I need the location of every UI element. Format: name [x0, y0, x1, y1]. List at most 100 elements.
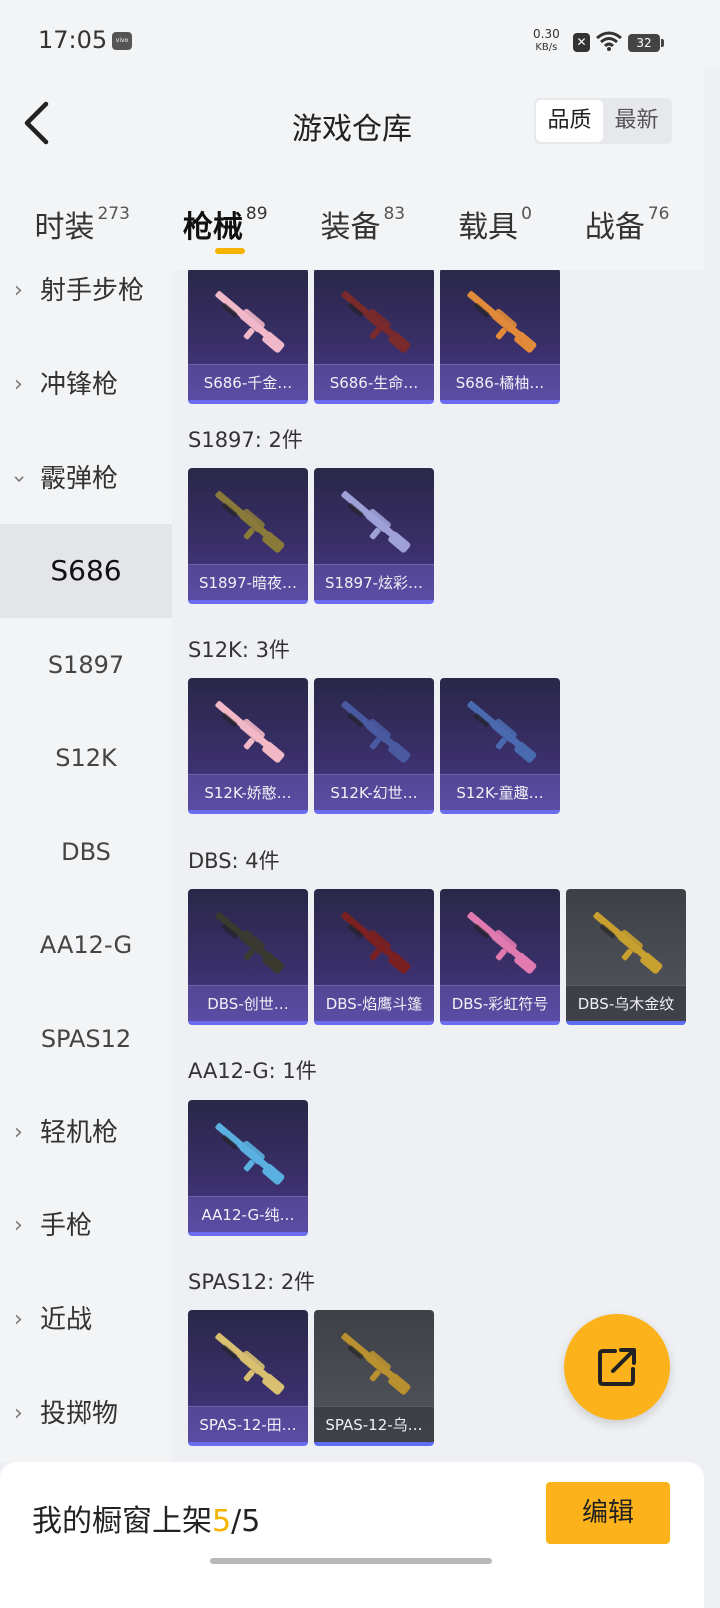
sidebar-item-label: AA12-G: [39, 931, 133, 959]
tab-fashion[interactable]: 时装 273: [34, 178, 129, 270]
gun-skin-icon: [215, 490, 285, 553]
group-title: SPAS12: 2件: [188, 1270, 316, 1294]
group-title: AA12-G: 1件: [188, 1059, 317, 1083]
tab-equipment[interactable]: 装备 83: [320, 178, 405, 270]
skin-card[interactable]: DBS-乌木金纹: [566, 889, 686, 1025]
sidebar-item-label: S12K: [55, 744, 117, 772]
showcase-label: 我的橱窗上架: [32, 1504, 212, 1539]
skin-name: S1897-暗夜…: [188, 564, 308, 600]
network-speed-value: 0.30: [533, 27, 560, 41]
skin-name: SPAS-12-田…: [188, 1406, 308, 1442]
chevron-right-icon: ›: [14, 1401, 23, 1426]
skin-name: S12K-幻世…: [314, 774, 434, 810]
showcase-bar: 我的橱窗上架5/5 编辑: [0, 1462, 704, 1608]
skin-name: S1897-炫彩…: [314, 564, 434, 600]
skin-name: S686-千金…: [188, 364, 308, 400]
sidebar-item-pistol[interactable]: › 手枪: [0, 1179, 172, 1273]
skin-card[interactable]: DBS-彩虹符号: [440, 889, 560, 1025]
tab-count: 76: [647, 204, 670, 224]
gun-skin-icon: [467, 290, 537, 353]
gun-skin-icon: [215, 1122, 285, 1185]
sidebar-item-throwable[interactable]: › 投掷物: [0, 1367, 172, 1461]
skin-card[interactable]: S12K-童趣…: [440, 678, 560, 814]
gun-skin-icon: [467, 911, 537, 974]
sidebar-item-label: SPAS12: [40, 1025, 132, 1053]
share-icon: [598, 1348, 636, 1386]
tab-supplies[interactable]: 战备 76: [585, 178, 670, 270]
skin-name: AA12-G-纯…: [188, 1196, 308, 1232]
vivo-icon: vivo: [112, 32, 132, 50]
sidebar-item-s1897[interactable]: S1897: [0, 618, 172, 712]
sidebar-item-melee[interactable]: › 近战: [0, 1273, 172, 1367]
sidebar-item-smg[interactable]: › 冲锋枪: [0, 338, 172, 432]
skin-card[interactable]: SPAS-12-乌…: [314, 1310, 434, 1446]
sidebar-item-spas12[interactable]: SPAS12: [0, 992, 172, 1086]
skin-card[interactable]: S1897-暗夜…: [188, 468, 308, 604]
skin-name: S686-生命…: [314, 364, 434, 400]
chevron-right-icon: ›: [14, 1120, 23, 1145]
showcase-status: 我的橱窗上架5/5: [32, 1496, 260, 1540]
skin-card[interactable]: S12K-娇憨…: [188, 678, 308, 814]
skin-card[interactable]: SPAS-12-田…: [188, 1310, 308, 1446]
battery-icon: 32: [628, 34, 664, 52]
tab-count: 273: [97, 204, 130, 224]
chevron-right-icon: ›: [14, 278, 23, 303]
sort-toggle: 品质 最新: [534, 98, 672, 144]
tab-label: 装备: [320, 210, 381, 245]
skin-card[interactable]: AA12-G-纯…: [188, 1100, 308, 1236]
gun-skin-icon: [341, 1332, 411, 1395]
skin-grid: S686-千金… S686-生命… S686-橘柚… S1897: 2件 S1897-暗…: [172, 270, 704, 1462]
status-time: 17:05: [38, 26, 108, 54]
gun-skin-icon: [215, 911, 285, 974]
network-speed-unit: KB/s: [535, 42, 558, 53]
tab-label: 时装: [34, 210, 95, 245]
sidebar-item-label: 轻机枪: [40, 1118, 119, 1148]
skin-card[interactable]: S12K-幻世…: [314, 678, 434, 814]
sidebar-item-label: S1897: [47, 651, 125, 679]
skin-name: S12K-童趣…: [440, 774, 560, 810]
gun-skin-icon: [215, 1332, 285, 1395]
back-button[interactable]: [16, 98, 64, 148]
sidebar-item-s686[interactable]: S686: [0, 524, 172, 618]
weapon-type-sidebar: › 射手步枪 › 冲锋枪 › 霰弹枪 S686 S1897 S12K DBS AA12…: [0, 270, 172, 1462]
tab-firearms[interactable]: 枪械 89: [183, 178, 268, 270]
tab-count: 89: [245, 204, 268, 224]
sidebar-item-label: 射手步枪: [40, 276, 145, 306]
skin-card[interactable]: S686-橘柚…: [440, 270, 560, 404]
showcase-total: /5: [231, 1504, 261, 1539]
status-bar: 17:05 vivo 0.30 KB/s ✕ 32: [0, 0, 720, 68]
gun-skin-icon: [341, 700, 411, 763]
sort-quality-button[interactable]: 品质: [536, 100, 603, 142]
sidebar-item-label: 近战: [40, 1305, 93, 1335]
skin-card[interactable]: S1897-炫彩…: [314, 468, 434, 604]
gun-skin-icon: [467, 700, 537, 763]
skin-card[interactable]: DBS-创世…: [188, 889, 308, 1025]
sidebar-item-lmg[interactable]: › 轻机枪: [0, 1086, 172, 1180]
sidebar-item-dmr[interactable]: › 射手步枪: [0, 270, 172, 338]
skin-name: DBS-彩虹符号: [440, 985, 560, 1021]
skin-card[interactable]: S686-生命…: [314, 270, 434, 404]
home-indicator[interactable]: [210, 1558, 492, 1564]
gun-skin-icon: [215, 700, 285, 763]
skin-card[interactable]: S686-千金…: [188, 270, 308, 404]
tab-vehicles[interactable]: 载具 0: [458, 178, 532, 270]
tab-label: 枪械: [182, 210, 243, 245]
gun-skin-icon: [215, 290, 285, 353]
group-title: DBS: 4件: [188, 849, 280, 873]
sidebar-item-aa12g[interactable]: AA12-G: [0, 898, 172, 992]
sidebar-item-s12k[interactable]: S12K: [0, 711, 172, 805]
chevron-right-icon: ›: [14, 372, 23, 397]
gun-skin-icon: [341, 290, 411, 353]
gun-skin-icon: [341, 490, 411, 553]
share-button[interactable]: [564, 1314, 670, 1420]
skin-card[interactable]: DBS-焰鹰斗篷: [314, 889, 434, 1025]
sidebar-item-dbs[interactable]: DBS: [0, 805, 172, 899]
sidebar-item-shotgun[interactable]: › 霰弹枪: [0, 432, 172, 526]
edit-button[interactable]: 编辑: [546, 1482, 670, 1544]
skin-name: SPAS-12-乌…: [314, 1406, 434, 1442]
sidebar-item-label: 投掷物: [40, 1399, 119, 1429]
sort-newest-button[interactable]: 最新: [603, 100, 670, 142]
showcase-count: 5: [212, 1504, 232, 1539]
gun-skin-icon: [593, 911, 663, 974]
group-title: S1897: 2件: [188, 428, 303, 452]
